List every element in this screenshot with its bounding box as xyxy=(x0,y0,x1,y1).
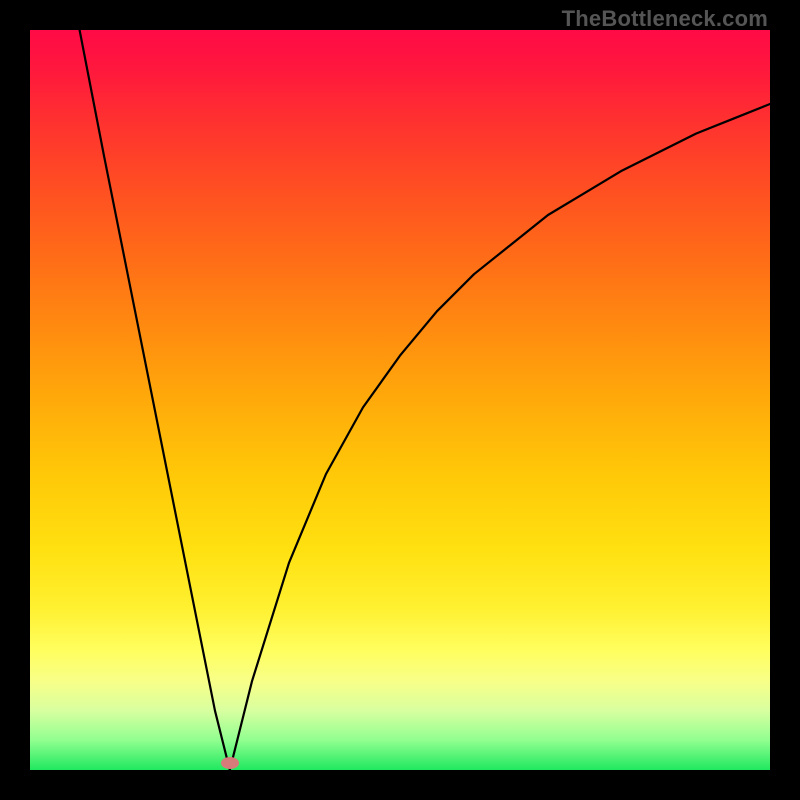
watermark-text: TheBottleneck.com xyxy=(562,6,768,32)
chart-frame: TheBottleneck.com xyxy=(0,0,800,800)
plot-area xyxy=(30,30,770,770)
curve-path xyxy=(80,30,770,770)
minimum-dot xyxy=(221,757,239,769)
curve-svg xyxy=(30,30,770,770)
